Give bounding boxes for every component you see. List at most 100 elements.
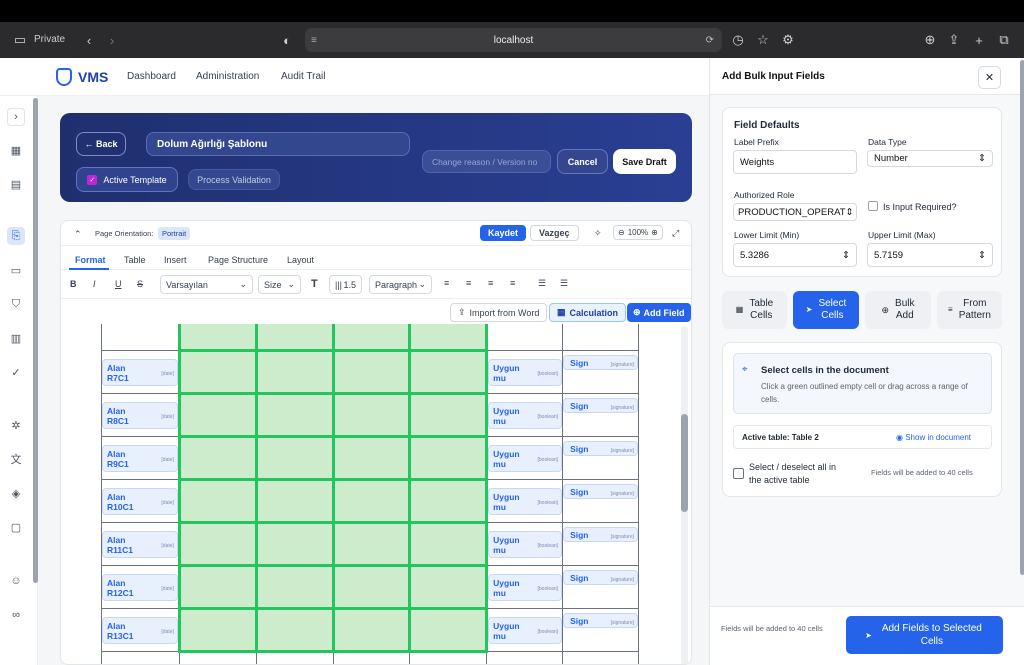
field-chip[interactable]: Sign [signature]: [563, 484, 638, 499]
green-cell[interactable]: [331, 324, 412, 352]
nav-dashboard[interactable]: Dashboard: [127, 71, 176, 82]
folder-icon[interactable]: ▭: [7, 261, 25, 279]
tab-table[interactable]: Table: [124, 255, 146, 265]
green-cell[interactable]: [331, 478, 412, 524]
field-chip[interactable]: Sign [signature]: [563, 398, 638, 413]
nav-administration[interactable]: Administration: [196, 71, 259, 82]
add-field-button[interactable]: ⊕ Add Field: [627, 303, 691, 322]
new-tab-icon[interactable]: +: [970, 31, 988, 49]
translate-icon[interactable]: 文: [7, 450, 25, 468]
kaydet-button[interactable]: Kaydet: [480, 225, 527, 241]
zoom-out-icon[interactable]: ⊖: [618, 228, 625, 237]
gear-icon[interactable]: ⚙: [779, 31, 797, 49]
bold-icon[interactable]: B: [70, 279, 77, 289]
tab-format[interactable]: Format: [75, 255, 106, 265]
green-cell[interactable]: [408, 349, 489, 395]
stepper-icon[interactable]: ⇕: [978, 250, 986, 261]
download-icon[interactable]: ⊕: [921, 31, 939, 49]
justify-icon[interactable]: ≡: [510, 278, 515, 288]
process-validation-badge[interactable]: Process Validation: [188, 169, 280, 190]
strike-icon[interactable]: S: [137, 279, 143, 289]
field-chip[interactable]: Alan R13C1 [date]: [102, 616, 178, 644]
field-chip[interactable]: Sign [signature]: [563, 613, 638, 628]
field-chip[interactable]: Sign [signature]: [563, 441, 638, 456]
field-chip[interactable]: Alan R10C1 [date]: [102, 487, 178, 515]
back-icon[interactable]: ‹: [80, 31, 98, 49]
expand-icon[interactable]: ›: [7, 108, 25, 126]
import-word-button[interactable]: ⇪ Import from Word: [450, 303, 548, 322]
tabs-icon[interactable]: ⧉: [995, 31, 1013, 49]
calculation-button[interactable]: ▦ Calculation: [549, 303, 627, 322]
size-select[interactable]: Size ⌄: [258, 275, 301, 294]
zoom-control[interactable]: ⊖ 100% ⊕: [613, 225, 663, 240]
change-reason-input[interactable]: Change reason / Version no: [422, 150, 551, 173]
role-select[interactable]: PRODUCTION_OPERAT ⇕: [733, 203, 857, 221]
bullet-list-icon[interactable]: ☰: [538, 278, 546, 289]
green-cell[interactable]: [408, 324, 489, 352]
editor-scrollbar[interactable]: [681, 326, 688, 664]
field-chip[interactable]: Alan R9C1 [date]: [102, 444, 178, 472]
share-icon[interactable]: ⇪: [945, 31, 963, 49]
green-cell[interactable]: [177, 392, 258, 438]
green-cell[interactable]: [177, 349, 258, 395]
field-chip[interactable]: Uygun mu [boolean]: [488, 358, 563, 386]
field-chip[interactable]: Uygun mu [boolean]: [488, 444, 563, 472]
green-cell[interactable]: [408, 435, 489, 481]
field-chip[interactable]: Alan R8C1 [date]: [102, 401, 178, 429]
field-chip[interactable]: Alan R12C1 [date]: [102, 573, 178, 601]
history-icon[interactable]: ◷: [729, 31, 747, 49]
check-icon[interactable]: ✓: [7, 363, 25, 381]
green-cell[interactable]: [408, 392, 489, 438]
collapse-icon[interactable]: ⌃: [74, 229, 82, 240]
mode-from-pattern[interactable]: ≡ From Pattern: [937, 291, 1002, 329]
green-cell[interactable]: [177, 324, 258, 352]
green-cell[interactable]: [177, 607, 258, 653]
orientation-badge[interactable]: Portrait: [158, 227, 191, 240]
green-cell[interactable]: [408, 564, 489, 610]
nav-audit-trail[interactable]: Audit Trail: [281, 71, 325, 82]
field-chip[interactable]: Alan R7C1 [date]: [102, 358, 178, 386]
back-button[interactable]: ← Back: [76, 132, 126, 156]
file-icon[interactable]: ▥: [7, 329, 25, 347]
data-type-select[interactable]: Number ⇕: [867, 150, 993, 167]
font-select[interactable]: Varsayılan ⌄: [160, 275, 253, 294]
users-icon[interactable]: ☺: [7, 572, 25, 590]
upper-limit-input[interactable]: 5.7159 ⇕: [867, 243, 993, 267]
green-cell[interactable]: [408, 607, 489, 653]
field-chip[interactable]: Sign [signature]: [563, 570, 638, 585]
cancel-button[interactable]: Cancel: [557, 149, 608, 174]
vazgec-button[interactable]: Vazgeç: [530, 225, 579, 241]
zoom-in-icon[interactable]: ⊕: [651, 228, 658, 237]
green-cell[interactable]: [254, 478, 335, 524]
shield-icon[interactable]: ⛉: [7, 295, 25, 313]
number-list-icon[interactable]: ☰: [560, 278, 568, 289]
magic-icon[interactable]: ✧: [594, 228, 602, 239]
text-style-icon[interactable]: T: [311, 278, 318, 290]
green-cell[interactable]: [331, 564, 412, 610]
chat-icon[interactable]: ▢: [7, 518, 25, 536]
green-cell[interactable]: [331, 349, 412, 395]
green-cell[interactable]: [177, 564, 258, 610]
italic-icon[interactable]: I: [93, 279, 96, 289]
lower-limit-input[interactable]: 5.3286 ⇕: [733, 243, 857, 267]
sidebar-toggle-icon[interactable]: ▭: [11, 31, 29, 49]
tab-layout[interactable]: Layout: [287, 255, 314, 265]
panel-scrollbar[interactable]: [1020, 60, 1024, 575]
document-icon[interactable]: ▤: [7, 175, 25, 193]
bug-icon[interactable]: ✲: [7, 416, 25, 434]
link-icon[interactable]: ∞: [7, 606, 25, 624]
add-fields-button[interactable]: ➤ Add Fields to Selected Cells: [846, 616, 1003, 654]
field-chip[interactable]: Sign [signature]: [563, 355, 638, 370]
active-template-toggle[interactable]: ✓ Active Template: [76, 167, 178, 192]
mode-table-cells[interactable]: ▦ Table Cells: [722, 291, 787, 329]
fullscreen-icon[interactable]: ⤢: [672, 228, 679, 239]
star-icon[interactable]: ☆: [754, 31, 772, 49]
select-all-checkbox[interactable]: [733, 468, 744, 479]
green-cell[interactable]: [254, 435, 335, 481]
template-title-input[interactable]: Dolum Ağırlığı Şablonu: [146, 132, 410, 156]
field-chip[interactable]: Uygun mu [boolean]: [488, 573, 563, 601]
field-chip[interactable]: Uygun mu [boolean]: [488, 616, 563, 644]
align-right-icon[interactable]: ≡: [488, 278, 493, 288]
green-cell[interactable]: [177, 521, 258, 567]
tab-page-structure[interactable]: Page Structure: [208, 255, 268, 265]
